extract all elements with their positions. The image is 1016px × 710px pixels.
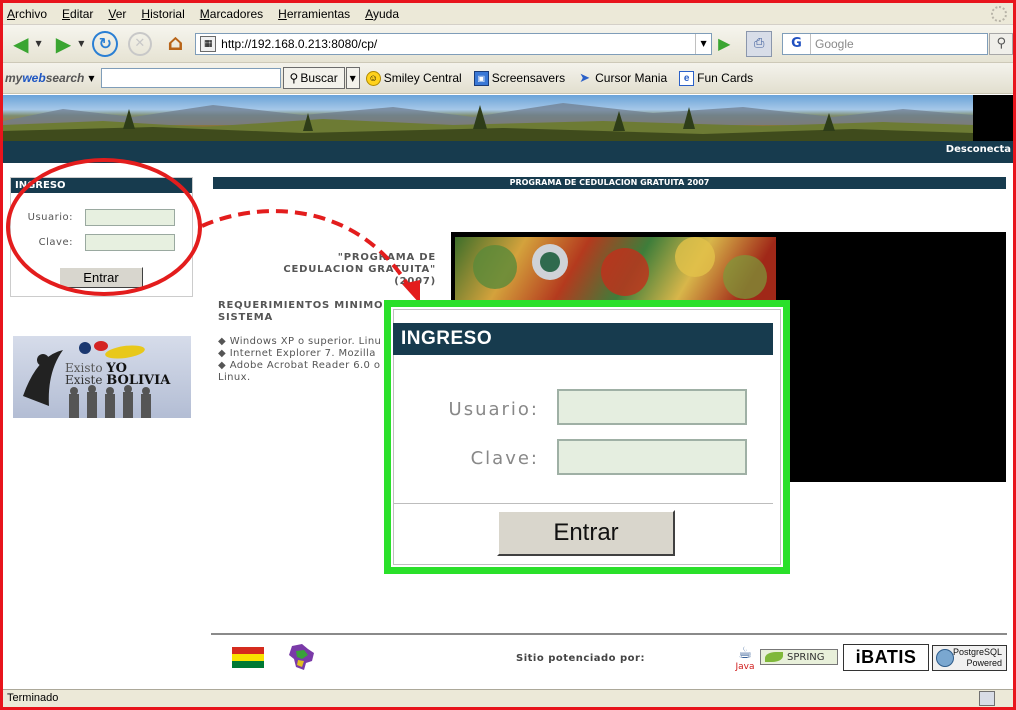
spring-label: SPRING [787, 651, 825, 663]
search-bar[interactable]: G Google [782, 32, 989, 55]
menu-ayuda[interactable]: Ayuda [365, 7, 399, 21]
spring-logo[interactable]: SPRING [760, 649, 838, 665]
address-bar[interactable]: ▦ http://192.168.0.213:8080/cp/ ▼ [195, 32, 713, 55]
reload-icon[interactable]: ↻ [92, 30, 118, 57]
status-page-icon[interactable] [979, 691, 995, 706]
print-icon[interactable]: ⎙ [746, 30, 772, 57]
mywebsearch-toolbar: mywebsearch ▼ ⚲ Buscar ▼ ☺ Smiley Central … [3, 63, 1013, 94]
mywebsearch-logo-search: search [45, 71, 85, 85]
banner-landscape-image [3, 103, 973, 141]
logo-line2: Existe BOLIVIA [65, 373, 170, 388]
highlight-ellipse [6, 158, 202, 296]
menu-herramientas[interactable]: Herramientas [278, 7, 350, 21]
smiley-central-button[interactable]: ☺ Smiley Central [365, 70, 462, 86]
landscape-banner [3, 95, 973, 141]
festival-photo [455, 237, 776, 301]
address-url[interactable]: http://192.168.0.213:8080/cp/ [221, 37, 695, 51]
zoom-entrar-button[interactable]: Entrar [497, 510, 675, 556]
bolivia-map-icon [289, 644, 314, 670]
cursor-mania-label: Cursor Mania [595, 71, 668, 85]
java-label: Java [735, 662, 755, 672]
magnifier-icon[interactable]: ⚲ [989, 32, 1014, 55]
status-bar: Terminado [3, 689, 1013, 707]
menu-archivo[interactable]: Archivo [7, 7, 47, 21]
zoom-divider [393, 503, 773, 504]
menu-marcadores[interactable]: Marcadores [200, 7, 263, 21]
ibatis-logo[interactable]: iBATIS [843, 644, 929, 671]
flag-green-band [232, 661, 264, 668]
bullet-icon: ◆ [218, 360, 227, 371]
navigation-toolbar: ◀ ▼ ▶ ▼ ↻ ✕ ⌂ ▦ http://192.168.0.213:808… [3, 25, 1014, 63]
powered-by-label: Sitio potenciado por: [516, 653, 645, 664]
logo-line2-text: Existe [65, 373, 103, 387]
home-icon[interactable]: ⌂ [162, 30, 190, 58]
buscar-label: Buscar [300, 71, 338, 85]
requirement-text: Internet Explorer 7. Mozilla [229, 348, 376, 359]
java-logo[interactable]: ☕ Java [735, 644, 755, 674]
mywebsearch-logo-my: my [5, 71, 23, 85]
screensavers-label: Screensavers [491, 71, 566, 85]
zoom-callout: INGRESO Usuario: Clave: Entrar [384, 300, 790, 574]
monitor-icon: ▣ [473, 70, 489, 86]
mywebsearch-input[interactable] [100, 68, 281, 88]
header-strip: Desconecta [3, 141, 1013, 163]
zoom-username-label: Usuario: [448, 399, 539, 420]
zoom-login-title: INGRESO [393, 323, 773, 355]
buscar-button[interactable]: ⚲ Buscar [282, 67, 345, 89]
zoom-username-input[interactable] [557, 389, 747, 425]
menu-bar: Archivo Editar Ver Historial Marcadores … [3, 3, 1013, 25]
menu-historial[interactable]: Historial [141, 7, 184, 21]
footer-divider [211, 633, 1007, 635]
back-history-dropdown-icon[interactable]: ▼ [36, 39, 42, 48]
google-engine-icon[interactable]: G [783, 33, 811, 54]
mywebsearch-logo-web: web [22, 71, 46, 85]
elephant-icon [936, 649, 954, 667]
coffee-cup-icon: ☕ [737, 643, 753, 662]
callout-arrow-icon [201, 209, 420, 304]
go-arrow-icon[interactable]: ▶ [718, 34, 730, 53]
screensavers-button[interactable]: ▣ Screensavers [473, 70, 566, 86]
forward-history-dropdown-icon[interactable]: ▼ [78, 39, 84, 48]
address-history-dropdown-icon[interactable]: ▼ [695, 33, 711, 54]
menu-editar[interactable]: Editar [62, 7, 93, 21]
festival-photo-image [473, 237, 767, 299]
status-text: Terminado [7, 692, 59, 704]
smiley-icon: ☺ [365, 70, 381, 86]
fun-cards-button[interactable]: e Fun Cards [679, 70, 754, 86]
buscar-dropdown-icon[interactable]: ▼ [345, 67, 360, 89]
cursor-icon: ➤ [579, 70, 591, 85]
logo-line2-bold: BOLIVIA [106, 373, 171, 388]
back-arrow-icon[interactable]: ◀ [7, 30, 35, 58]
bolivia-flag-icon [232, 647, 264, 668]
mywebsearch-logo[interactable]: mywebsearch [5, 71, 84, 85]
smiley-central-label: Smiley Central [383, 71, 462, 85]
disconnect-link[interactable]: Desconecta [946, 144, 1011, 155]
spring-leaf-icon [765, 652, 783, 662]
program-title-bar: PROGRAMA DE CEDULACION GRATUITA 2007 [213, 177, 1006, 189]
fun-cards-icon: e [679, 70, 695, 86]
flag-yellow-band [232, 654, 264, 661]
existo-yo-bolivia-logo[interactable]: Existo YO Existe BOLIVIA [13, 336, 191, 418]
search-placeholder[interactable]: Google [811, 37, 987, 51]
cursor-mania-button[interactable]: ➤ Cursor Mania [577, 70, 668, 86]
stop-icon[interactable]: ✕ [127, 31, 152, 56]
zoom-password-label: Clave: [470, 448, 539, 469]
bullet-icon: ◆ [218, 336, 227, 347]
mywebsearch-dropdown-icon[interactable]: ▼ [88, 74, 94, 83]
banner-black-block [973, 95, 1013, 141]
zoom-password-input[interactable] [557, 439, 747, 475]
bullet-icon: ◆ [218, 348, 227, 359]
throbber-icon [991, 6, 1007, 22]
fun-cards-label: Fun Cards [697, 71, 754, 85]
flag-red-band [232, 647, 264, 654]
magnifier-icon: ⚲ [289, 71, 299, 85]
forward-arrow-icon[interactable]: ▶ [50, 30, 78, 58]
postgresql-logo[interactable]: PostgreSQL Powered [932, 645, 1007, 671]
page-favicon-icon: ▦ [200, 35, 217, 52]
menu-ver[interactable]: Ver [108, 7, 126, 21]
